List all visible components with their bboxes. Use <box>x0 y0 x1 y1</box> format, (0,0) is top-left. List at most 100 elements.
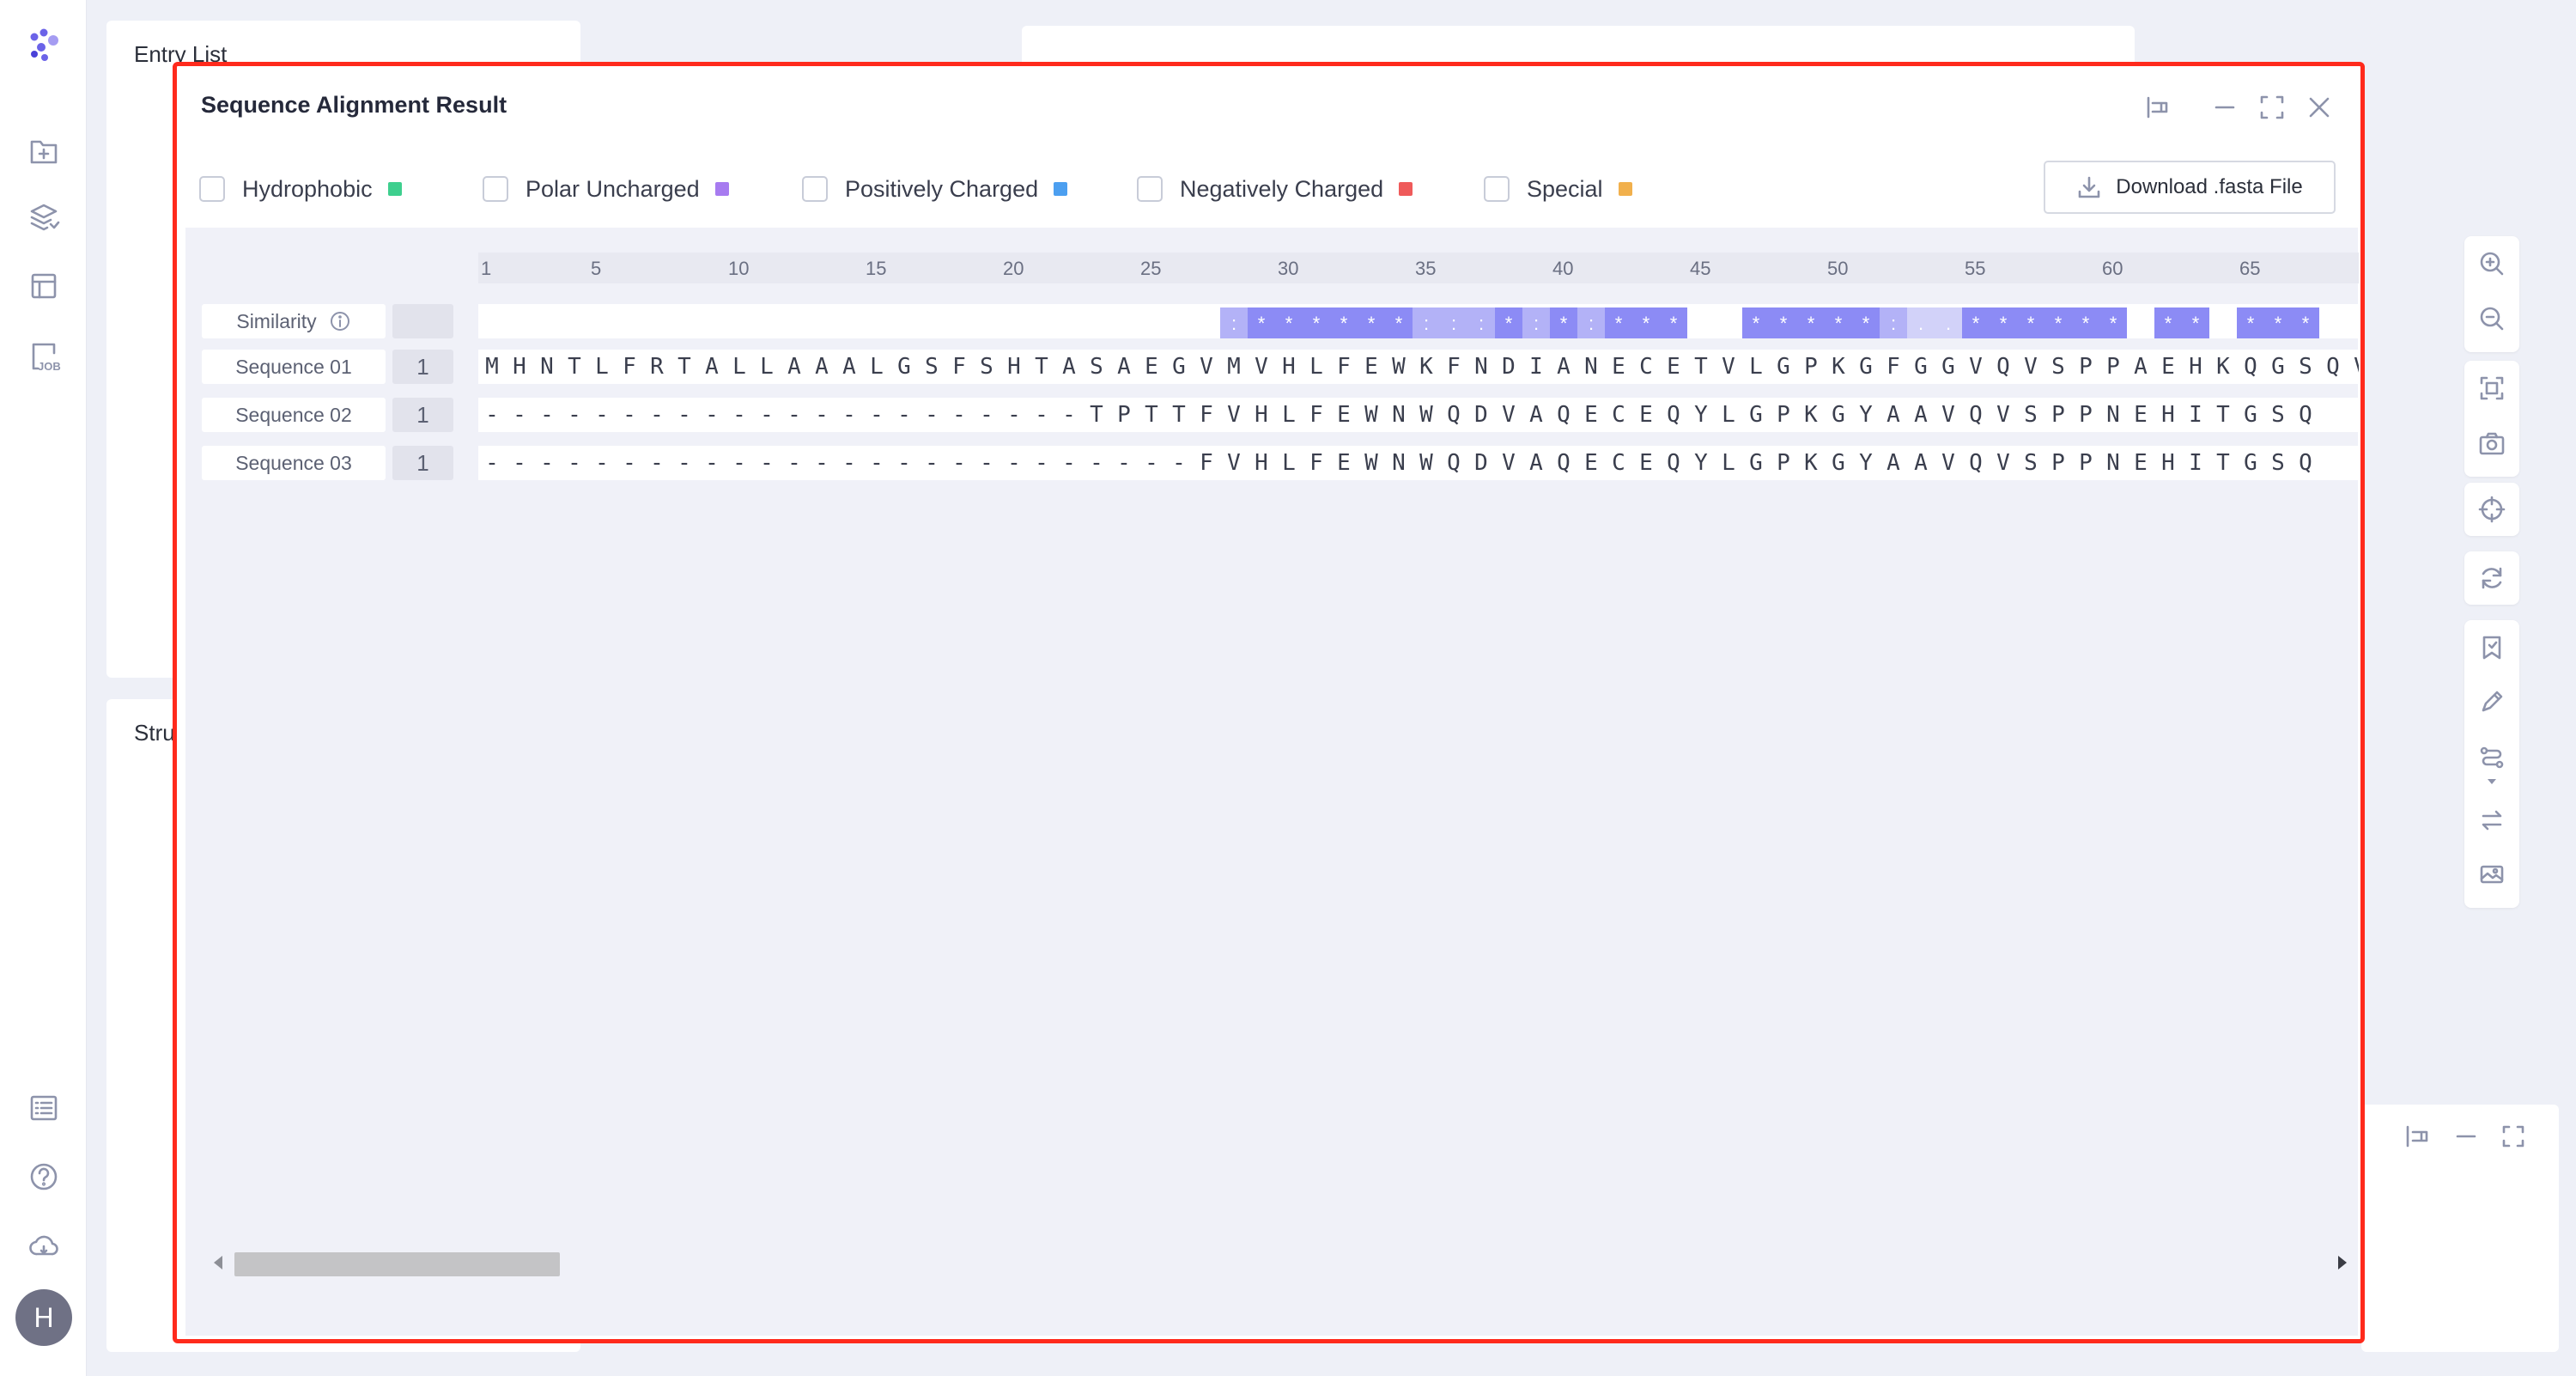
view-group <box>2464 361 2519 477</box>
legend-hydrophobic[interactable]: Hydrophobic <box>199 170 402 208</box>
legend-label: Negatively Charged <box>1180 175 1384 202</box>
avatar[interactable]: H <box>15 1289 72 1346</box>
residue-cell: W <box>1364 450 1378 476</box>
bottom-right-panel-controls <box>2370 1105 2559 1182</box>
similarity-cell: * <box>2099 307 2127 338</box>
residue-cell: P <box>1117 402 1131 428</box>
legend-positively-charged[interactable]: Positively Charged <box>802 170 1068 208</box>
maximize-button[interactable] <box>2255 90 2289 125</box>
residue-cell: M <box>485 354 499 380</box>
residue-cell: F <box>1309 450 1323 476</box>
scroll-left-arrow[interactable] <box>214 1256 222 1269</box>
download-fasta-button[interactable]: Download .fasta File <box>2044 161 2336 214</box>
residue-cell: A <box>1886 450 1900 476</box>
residue-cell: - <box>513 450 526 476</box>
residue-cell: Q <box>1447 402 1461 428</box>
residue-cell: H <box>1007 354 1021 380</box>
residue-cell: N <box>1474 354 1488 380</box>
fit-view-icon[interactable] <box>2475 371 2509 405</box>
scroll-right-arrow[interactable] <box>2338 1256 2347 1269</box>
minimize-button[interactable] <box>2208 90 2242 125</box>
residue-cell: S <box>925 354 939 380</box>
bookmark-icon[interactable] <box>2475 630 2509 665</box>
swap-icon[interactable] <box>2475 803 2509 837</box>
residue-cell: E <box>1584 450 1598 476</box>
residue-cell: Y <box>1694 450 1708 476</box>
checkbox[interactable] <box>802 176 828 202</box>
similarity-label: Similarity <box>202 304 386 338</box>
checkbox[interactable] <box>199 176 225 202</box>
layers-icon[interactable] <box>22 196 65 239</box>
checkbox[interactable] <box>1484 176 1510 202</box>
similarity-cell: : <box>1880 307 1907 338</box>
similarity-cell: * <box>1605 307 1632 338</box>
residue-cell: - <box>650 450 664 476</box>
sequence-name: Sequence 03 <box>202 446 386 480</box>
residue-cell: A <box>1886 402 1900 428</box>
zoom-out-icon[interactable] <box>2475 301 2509 336</box>
residue-cell: - <box>623 450 636 476</box>
residue-cell: - <box>815 450 829 476</box>
refresh-icon[interactable] <box>2475 561 2509 595</box>
horizontal-scrollbar[interactable] <box>209 1250 2352 1276</box>
job-icon[interactable]: JOB <box>22 335 65 378</box>
residue-cell: - <box>897 450 911 476</box>
residue-cell: V <box>1502 450 1516 476</box>
structure-title: Stru <box>134 720 175 746</box>
residue-cell: - <box>842 402 856 428</box>
residue-cell: G <box>1832 450 1845 476</box>
checkbox[interactable] <box>483 176 508 202</box>
residue-cell: T <box>1172 402 1186 428</box>
residue-cell: K <box>1804 402 1818 428</box>
residue-cell: - <box>870 402 884 428</box>
legend-polar-uncharged[interactable]: Polar Uncharged <box>483 170 729 208</box>
zoom-in-icon[interactable] <box>2475 247 2509 281</box>
similarity-cell: * <box>1495 307 1522 338</box>
alignment-viewer: 1 5 10 15 20 25 30 35 40 45 50 55 60 65 Similarity : *… <box>185 228 2359 1336</box>
scrollbar-thumb[interactable] <box>234 1252 560 1276</box>
fullscreen-icon[interactable] <box>2499 1122 2528 1151</box>
residue-cell: A <box>1557 354 1571 380</box>
split-view-button[interactable] <box>2141 90 2175 125</box>
camera-icon[interactable] <box>2475 426 2509 460</box>
similarity-cell: * <box>1303 307 1330 338</box>
residue-cell: T <box>1145 402 1158 428</box>
help-icon[interactable] <box>22 1155 65 1198</box>
ruler-tick: 50 <box>1827 258 1849 279</box>
chevron-down-icon[interactable] <box>2475 770 2509 793</box>
close-icon <box>2309 97 2330 118</box>
pencil-icon[interactable] <box>2475 685 2509 719</box>
left-sidebar: JOB H <box>0 0 87 1376</box>
residue-cell: Q <box>1969 402 1983 428</box>
similarity-cell: * <box>1962 307 1990 338</box>
add-file-icon[interactable] <box>22 129 65 172</box>
table-icon[interactable] <box>22 265 65 307</box>
legend-negatively-charged[interactable]: Negatively Charged <box>1137 170 1413 208</box>
app-logo[interactable] <box>22 24 65 67</box>
image-icon[interactable] <box>2475 857 2509 892</box>
legend-special[interactable]: Special <box>1484 170 1632 208</box>
close-button[interactable] <box>2302 90 2336 125</box>
checkbox[interactable] <box>1137 176 1163 202</box>
info-icon[interactable] <box>329 310 351 332</box>
ruler-tick: 65 <box>2239 258 2261 279</box>
list-icon[interactable] <box>22 1087 65 1129</box>
split-view-icon[interactable] <box>2403 1122 2432 1151</box>
job-icon-text: JOB <box>38 360 61 373</box>
residue-cell: H <box>2161 402 2175 428</box>
sequence-row: --------------------------FVHLFEWNWQDVAQ… <box>478 446 2359 480</box>
minimize-icon[interactable] <box>2451 1122 2481 1151</box>
residue-cell: - <box>815 402 829 428</box>
cloud-icon[interactable] <box>22 1224 65 1267</box>
legend-label: Positively Charged <box>845 175 1039 202</box>
residue-cell: P <box>1777 450 1790 476</box>
residue-cell: T <box>677 354 691 380</box>
similarity-cell: * <box>2264 307 2292 338</box>
sequence-name: Sequence 02 <box>202 398 386 432</box>
residue-cell: - <box>568 450 581 476</box>
residue-cell: F <box>1200 450 1213 476</box>
similarity-cell: * <box>1825 307 1852 338</box>
residue-cell: S <box>2271 402 2285 428</box>
similarity-cell: * <box>2044 307 2072 338</box>
target-icon[interactable] <box>2475 492 2509 527</box>
